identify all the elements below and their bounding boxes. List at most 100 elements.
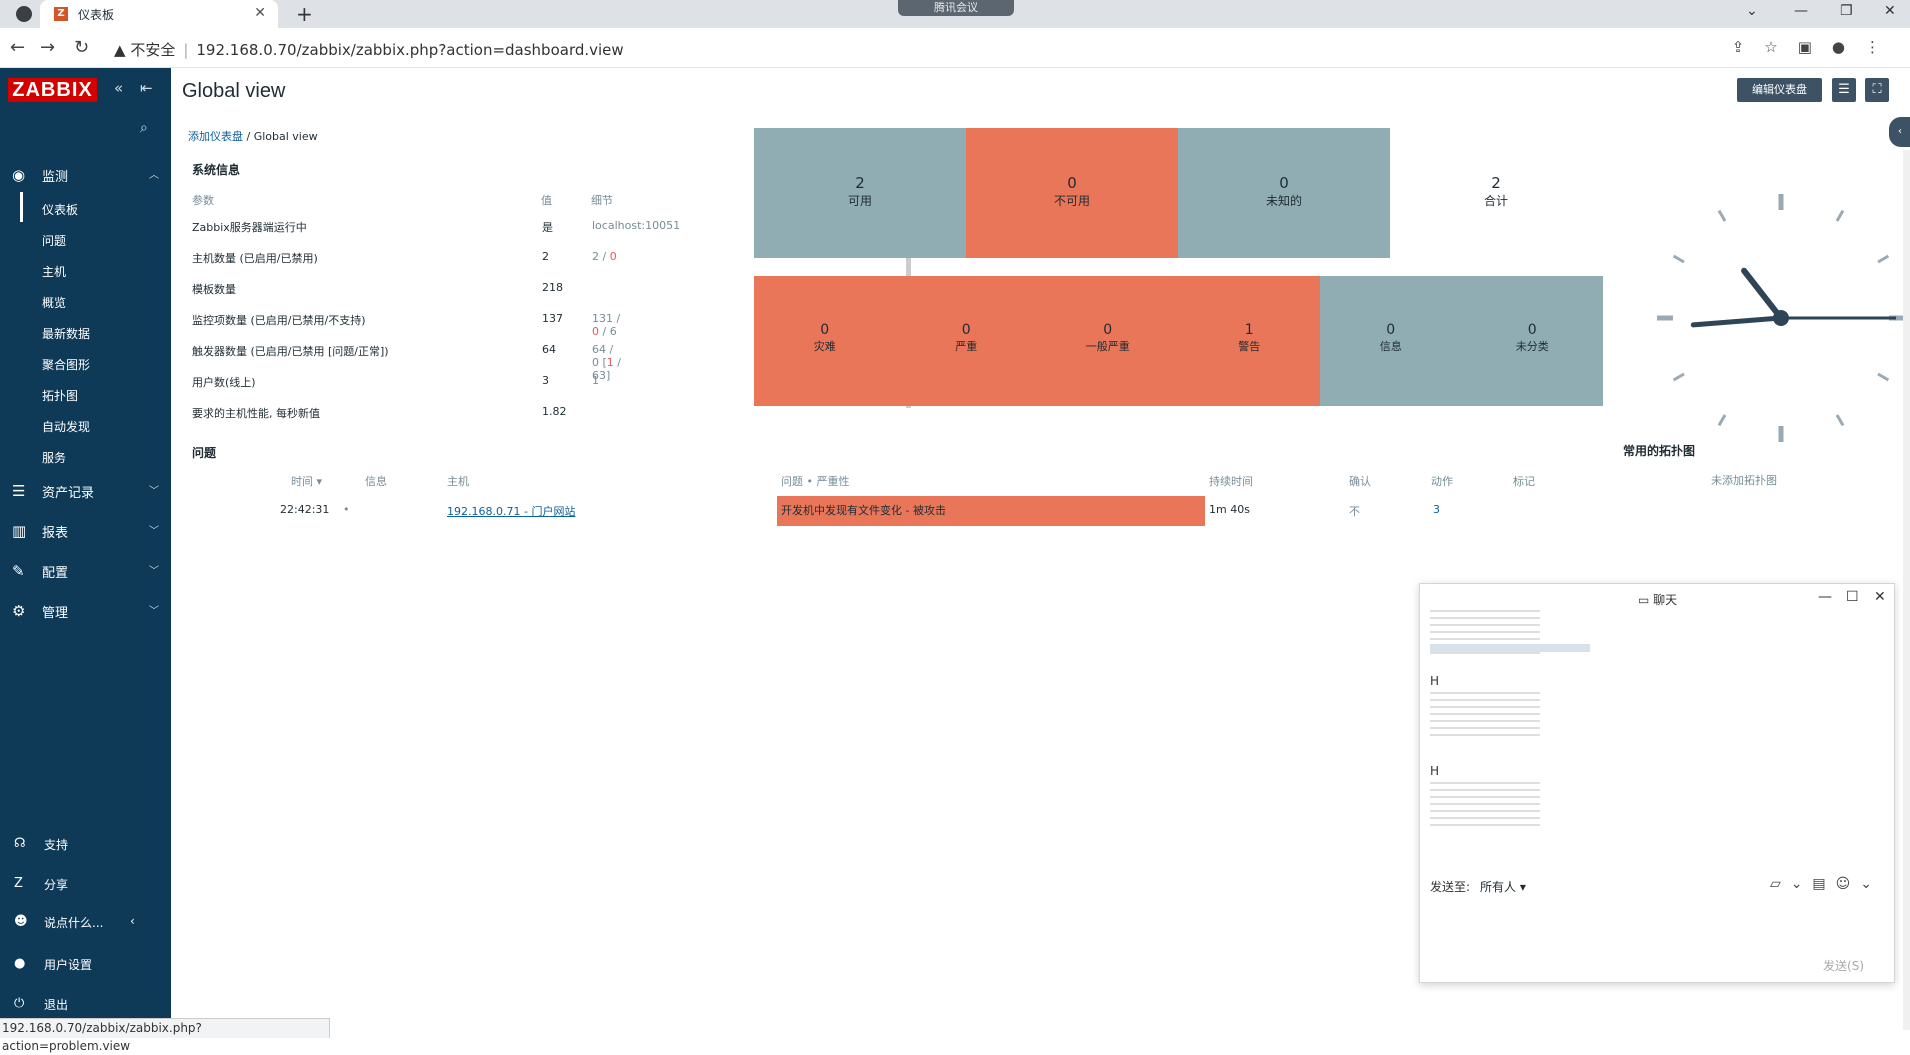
clock-tick xyxy=(1672,372,1685,382)
breadcrumb-parent[interactable]: 添加仪表盘 xyxy=(188,130,243,143)
problem-actions[interactable]: 3 xyxy=(1433,503,1440,516)
menu-item-services[interactable]: 服务 xyxy=(42,449,66,466)
hide-sidebar-icon[interactable]: ⇤ xyxy=(140,79,153,97)
problem-duration: 1m 40s xyxy=(1209,503,1250,516)
availability-box[interactable]: 2 可用 xyxy=(754,128,966,258)
menu-reports[interactable]: ▥ 报表 ﹀ xyxy=(0,522,171,546)
fullscreen-icon[interactable]: ⛶ xyxy=(1865,78,1889,102)
severity-count: 1 xyxy=(1244,322,1254,338)
sysinfo-row: 主机数量 (已启用/已禁用) 2 2 / 0 xyxy=(192,250,622,274)
severity-label: 一般严重 xyxy=(1085,340,1130,353)
sysinfo-detail: 1 xyxy=(592,374,599,387)
side-panel-toggle[interactable]: ‹ xyxy=(1889,117,1910,147)
availability-count: 0 xyxy=(1067,174,1077,192)
detail-part: / 6 xyxy=(599,325,617,338)
maximize-icon[interactable]: ☐ xyxy=(1846,589,1859,605)
availability-box[interactable]: 0 未知的 xyxy=(1178,128,1390,258)
page-scrollbar[interactable] xyxy=(1903,150,1910,1030)
zabbix-logo[interactable]: ZABBIX xyxy=(8,78,97,102)
sysinfo-row: 要求的主机性能, 每秒新值 1.82 xyxy=(192,405,622,429)
search-icon[interactable]: ⌕ xyxy=(140,120,148,136)
menu-administration[interactable]: ⚙ 管理 ﹀ xyxy=(0,602,171,626)
severity-count: 0 xyxy=(1527,322,1537,338)
headset-icon: ☊ xyxy=(14,836,26,851)
problem-host-link[interactable]: 192.168.0.71 - 门户网站 xyxy=(447,503,575,519)
meeting-banner[interactable]: 腾讯会议 xyxy=(898,0,1014,16)
sysinfo-detail: 131 / 0 / 6 xyxy=(592,312,622,338)
back-icon[interactable]: ← xyxy=(10,37,25,58)
forward-icon[interactable]: → xyxy=(40,37,55,58)
availability-box[interactable]: 0 不可用 xyxy=(966,128,1178,258)
close-icon[interactable]: ✕ xyxy=(1874,589,1886,605)
zabbix-favicon-icon: Z xyxy=(54,7,68,21)
minimize-icon[interactable]: — xyxy=(1818,589,1832,605)
menu-inventory[interactable]: ☰ 资产记录 ﹀ xyxy=(0,482,171,506)
support-label: 支持 xyxy=(44,838,69,852)
menu-item-problems[interactable]: 问题 xyxy=(42,232,66,249)
close-window-icon[interactable]: ✕ xyxy=(1884,3,1896,19)
severity-box[interactable]: 1 警告 xyxy=(1178,276,1320,406)
menu-administration-label: 管理 xyxy=(42,606,69,621)
share-label: 分享 xyxy=(44,878,69,892)
edit-dashboard-button[interactable]: 编辑仪表盘 xyxy=(1737,78,1822,102)
collapse-sidebar-icon[interactable]: « xyxy=(114,79,123,97)
chevron-down-icon: ﹀ xyxy=(149,486,159,497)
clock-tick xyxy=(1877,372,1890,382)
menu-item-latest-data[interactable]: 最新数据 xyxy=(42,325,90,342)
menu-item-screens[interactable]: 聚合图形 xyxy=(42,356,90,373)
send-button[interactable]: 发送(S) xyxy=(1823,957,1864,974)
restore-icon[interactable]: ❐ xyxy=(1840,3,1853,19)
address-bar: ← → ↻ ▲ 不安全 | 192.168.0.70/zabbix/zabbix.p… xyxy=(0,28,1910,68)
power-icon: ⏻ xyxy=(14,996,25,1011)
breadcrumb-separator: / xyxy=(246,130,254,143)
tab-title: 仪表板 xyxy=(78,8,115,22)
col-param: 参数 xyxy=(192,194,214,207)
user-settings-label: 用户设置 xyxy=(44,958,93,972)
severity-count: 0 xyxy=(820,322,830,338)
menu-configuration[interactable]: ✎ 配置 ﹀ xyxy=(0,562,171,586)
severity-box[interactable]: 0 一般严重 xyxy=(1037,276,1179,406)
reload-icon[interactable]: ↻ xyxy=(74,37,89,58)
new-tab-icon[interactable]: + xyxy=(296,2,313,26)
chat-tools[interactable]: ▱⌄▤☺⌄ xyxy=(1770,876,1882,892)
toolbar-icons[interactable]: ⇪☆▣●⋮ xyxy=(1732,38,1900,56)
problem-severity-bar[interactable]: 开发机中发现有文件变化 - 被攻击 xyxy=(777,496,1205,526)
menu-monitoring[interactable]: ◉ 监测 ︿ xyxy=(0,166,171,190)
minimize-icon[interactable]: — xyxy=(1794,3,1808,19)
detail-part-alert: 0 xyxy=(592,325,599,338)
favourite-maps-empty: 未添加拓扑图 xyxy=(1711,474,1777,487)
menu-item-discovery[interactable]: 自动发现 xyxy=(42,418,90,435)
menu-monitoring-label: 监测 xyxy=(42,170,69,185)
severity-box[interactable]: 0 信息 xyxy=(1320,276,1462,406)
send-to-dropdown[interactable]: 所有人 ▾ xyxy=(1480,880,1526,894)
url-field[interactable]: ▲ 不安全 | 192.168.0.70/zabbix/zabbix.php?act… xyxy=(114,39,624,60)
problem-ack[interactable]: 不 xyxy=(1349,503,1360,519)
availability-box[interactable]: 2 合计 xyxy=(1390,128,1602,258)
problem-time[interactable]: 22:42:31 xyxy=(280,503,329,516)
availability-label: 不可用 xyxy=(1053,194,1090,208)
list-icon: ☰ xyxy=(12,482,26,500)
sysinfo-param: 要求的主机性能, 每秒新值 xyxy=(192,407,320,420)
sysinfo-value: 2 xyxy=(542,250,549,263)
chevron-left-icon: ‹ xyxy=(130,914,135,928)
col-time[interactable]: 时间 ▾ xyxy=(291,473,322,489)
menu-icon[interactable]: ☰ xyxy=(1832,78,1856,102)
menu-item-dashboard[interactable]: 仪表板 xyxy=(42,201,78,218)
menu-item-maps[interactable]: 拓扑图 xyxy=(42,387,78,404)
availability-label: 可用 xyxy=(847,194,872,208)
sysinfo-value: 是 xyxy=(542,221,553,234)
col-problem: 问题 • 严重性 xyxy=(781,475,850,488)
severity-count: 0 xyxy=(961,322,971,338)
severity-box[interactable]: 0 未分类 xyxy=(1461,276,1603,406)
close-tab-icon[interactable]: ✕ xyxy=(254,5,266,21)
clock-tick xyxy=(1717,209,1727,222)
smiley-icon: ☻ xyxy=(14,914,28,929)
severity-box[interactable]: 0 灾难 xyxy=(754,276,896,406)
tab-search-icon[interactable]: ⌄ xyxy=(1746,3,1758,19)
severity-box[interactable]: 0 严重 xyxy=(895,276,1037,406)
menu-configuration-label: 配置 xyxy=(42,566,69,581)
chat-send-to: 发送至: 所有人 ▾ xyxy=(1430,878,1526,895)
browser-tab[interactable]: Z 仪表板 ✕ xyxy=(40,0,278,28)
menu-item-overview[interactable]: 概览 xyxy=(42,294,66,311)
menu-item-hosts[interactable]: 主机 xyxy=(42,263,66,280)
